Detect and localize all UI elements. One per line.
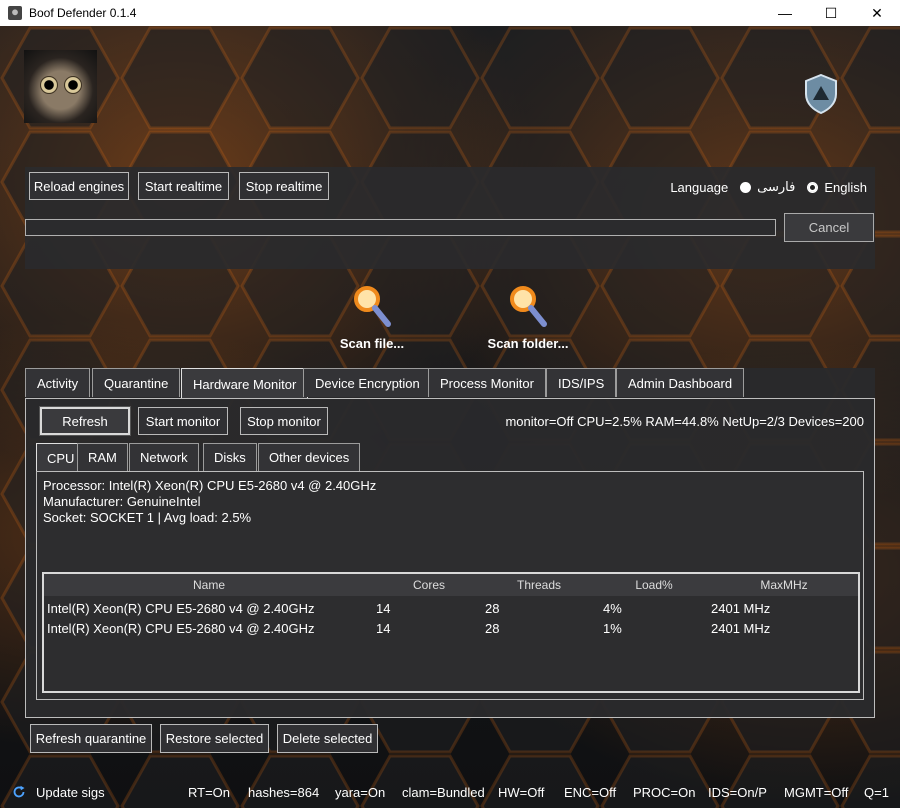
cell-threads: 28 (485, 601, 500, 616)
status-proc: PROC=On (633, 785, 696, 800)
tab-admin-dashboard[interactable]: Admin Dashboard (616, 368, 745, 397)
cell-cores: 14 (376, 601, 391, 616)
scan-folder-label: Scan folder... (487, 336, 569, 351)
hardware-monitor-page: Refresh Start monitor Stop monitor monit… (25, 398, 875, 718)
cell-load: 4% (603, 601, 622, 616)
scan-file-button[interactable]: Scan file... (322, 284, 422, 351)
stop-monitor-button[interactable]: Stop monitor (240, 407, 328, 435)
tab-ids-ips[interactable]: IDS/IPS (546, 368, 617, 397)
manufacturer-info: Manufacturer: GenuineIntel (43, 494, 201, 509)
update-sigs-link[interactable]: Update sigs (36, 785, 105, 800)
stop-realtime-button[interactable]: Stop realtime (239, 172, 329, 200)
subtab-network[interactable]: Network (129, 443, 199, 471)
cancel-button[interactable]: Cancel (784, 213, 874, 242)
magnifier-icon (510, 286, 547, 327)
window-title: Boof Defender 0.1.4 (29, 6, 137, 20)
table-row[interactable]: Intel(R) Xeon(R) CPU E5-2680 v4 @ 2.40GH… (44, 599, 858, 619)
processor-info: Processor: Intel(R) Xeon(R) CPU E5-2680 … (43, 478, 377, 493)
status-ids: IDS=On/P (708, 785, 767, 800)
status-enc: ENC=Off (564, 785, 617, 800)
engine-panel: Reload engines Start realtime Stop realt… (25, 167, 875, 269)
farsi-label[interactable]: فارسی (757, 179, 795, 195)
subtab-ram[interactable]: RAM (77, 443, 128, 471)
cpu-table-header: Name Cores Threads Load% MaxMHz (44, 574, 858, 596)
status-rt: RT=On (188, 785, 231, 800)
app-background: Reload engines Start realtime Stop realt… (0, 26, 900, 808)
monitor-status: monitor=Off CPU=2.5% RAM=44.8% NetUp=2/3… (505, 414, 864, 429)
status-hw: HW=Off (498, 785, 545, 800)
subtab-other-devices[interactable]: Other devices (258, 443, 361, 471)
language-selector: Language فارسی English (670, 177, 867, 197)
main-tab-panel: Activity Quarantine Hardware Monitor Dev… (25, 368, 875, 718)
tab-quarantine[interactable]: Quarantine (92, 368, 181, 397)
status-bar: Update sigs RT=On hashes=864 yara=On cla… (0, 752, 900, 808)
language-label: Language (670, 179, 729, 195)
tab-process-monitor[interactable]: Process Monitor (428, 368, 546, 397)
scan-folder-button[interactable]: Scan folder... (478, 284, 578, 351)
cell-maxmhz: 2401 MHz (711, 601, 771, 616)
column-header-maxmhz[interactable]: MaxMHz (734, 578, 834, 592)
english-radio[interactable] (807, 181, 819, 193)
cell-threads: 28 (485, 621, 500, 636)
farsi-radio[interactable] (740, 181, 752, 193)
scan-file-label: Scan file... (339, 336, 405, 351)
cell-load: 1% (603, 621, 622, 636)
start-monitor-button[interactable]: Start monitor (138, 407, 228, 435)
restore-selected-button[interactable]: Restore selected (160, 724, 269, 753)
status-quarantine-count: Q=1 (864, 785, 889, 800)
cell-maxmhz: 2401 MHz (711, 621, 771, 636)
column-header-load[interactable]: Load% (609, 578, 699, 592)
delete-selected-button[interactable]: Delete selected (277, 724, 378, 753)
cell-name: Intel(R) Xeon(R) CPU E5-2680 v4 @ 2.40GH… (47, 601, 315, 616)
cpu-table[interactable]: Name Cores Threads Load% MaxMHz Intel(R)… (42, 572, 860, 693)
tab-device-encryption[interactable]: Device Encryption (303, 368, 432, 397)
english-label[interactable]: English (824, 180, 867, 195)
cell-name: Intel(R) Xeon(R) CPU E5-2680 v4 @ 2.40GH… (47, 621, 315, 636)
column-header-cores[interactable]: Cores (384, 578, 474, 592)
refresh-button[interactable]: Refresh (39, 406, 131, 436)
status-mgmt: MGMT=Off (784, 785, 849, 800)
start-realtime-button[interactable]: Start realtime (138, 172, 229, 200)
subtab-disks[interactable]: Disks (203, 443, 257, 471)
socket-info: Socket: SOCKET 1 | Avg load: 2.5% (43, 510, 252, 525)
column-header-name[interactable]: Name (144, 578, 274, 592)
column-header-threads[interactable]: Threads (494, 578, 584, 592)
status-yara: yara=On (335, 785, 386, 800)
shield-logo-icon (805, 74, 837, 114)
close-button[interactable]: ✕ (854, 0, 900, 26)
refresh-quarantine-button[interactable]: Refresh quarantine (30, 724, 152, 753)
owl-logo (24, 50, 97, 123)
cpu-page: Processor: Intel(R) Xeon(R) CPU E5-2680 … (36, 471, 864, 700)
status-hashes: hashes=864 (248, 785, 320, 800)
status-clam: clam=Bundled (402, 785, 485, 800)
tab-activity[interactable]: Activity (25, 368, 91, 397)
minimize-button[interactable]: — (762, 0, 808, 26)
magnifier-icon (354, 286, 391, 327)
table-row[interactable]: Intel(R) Xeon(R) CPU E5-2680 v4 @ 2.40GH… (44, 619, 858, 639)
scan-progress-bar (25, 219, 776, 236)
tab-hardware-monitor[interactable]: Hardware Monitor (181, 368, 309, 399)
cell-cores: 14 (376, 621, 391, 636)
title-bar: Boof Defender 0.1.4 — ☐ ✕ (0, 0, 900, 26)
reload-engines-button[interactable]: Reload engines (29, 172, 129, 200)
maximize-button[interactable]: ☐ (808, 0, 854, 26)
app-icon (8, 6, 22, 20)
